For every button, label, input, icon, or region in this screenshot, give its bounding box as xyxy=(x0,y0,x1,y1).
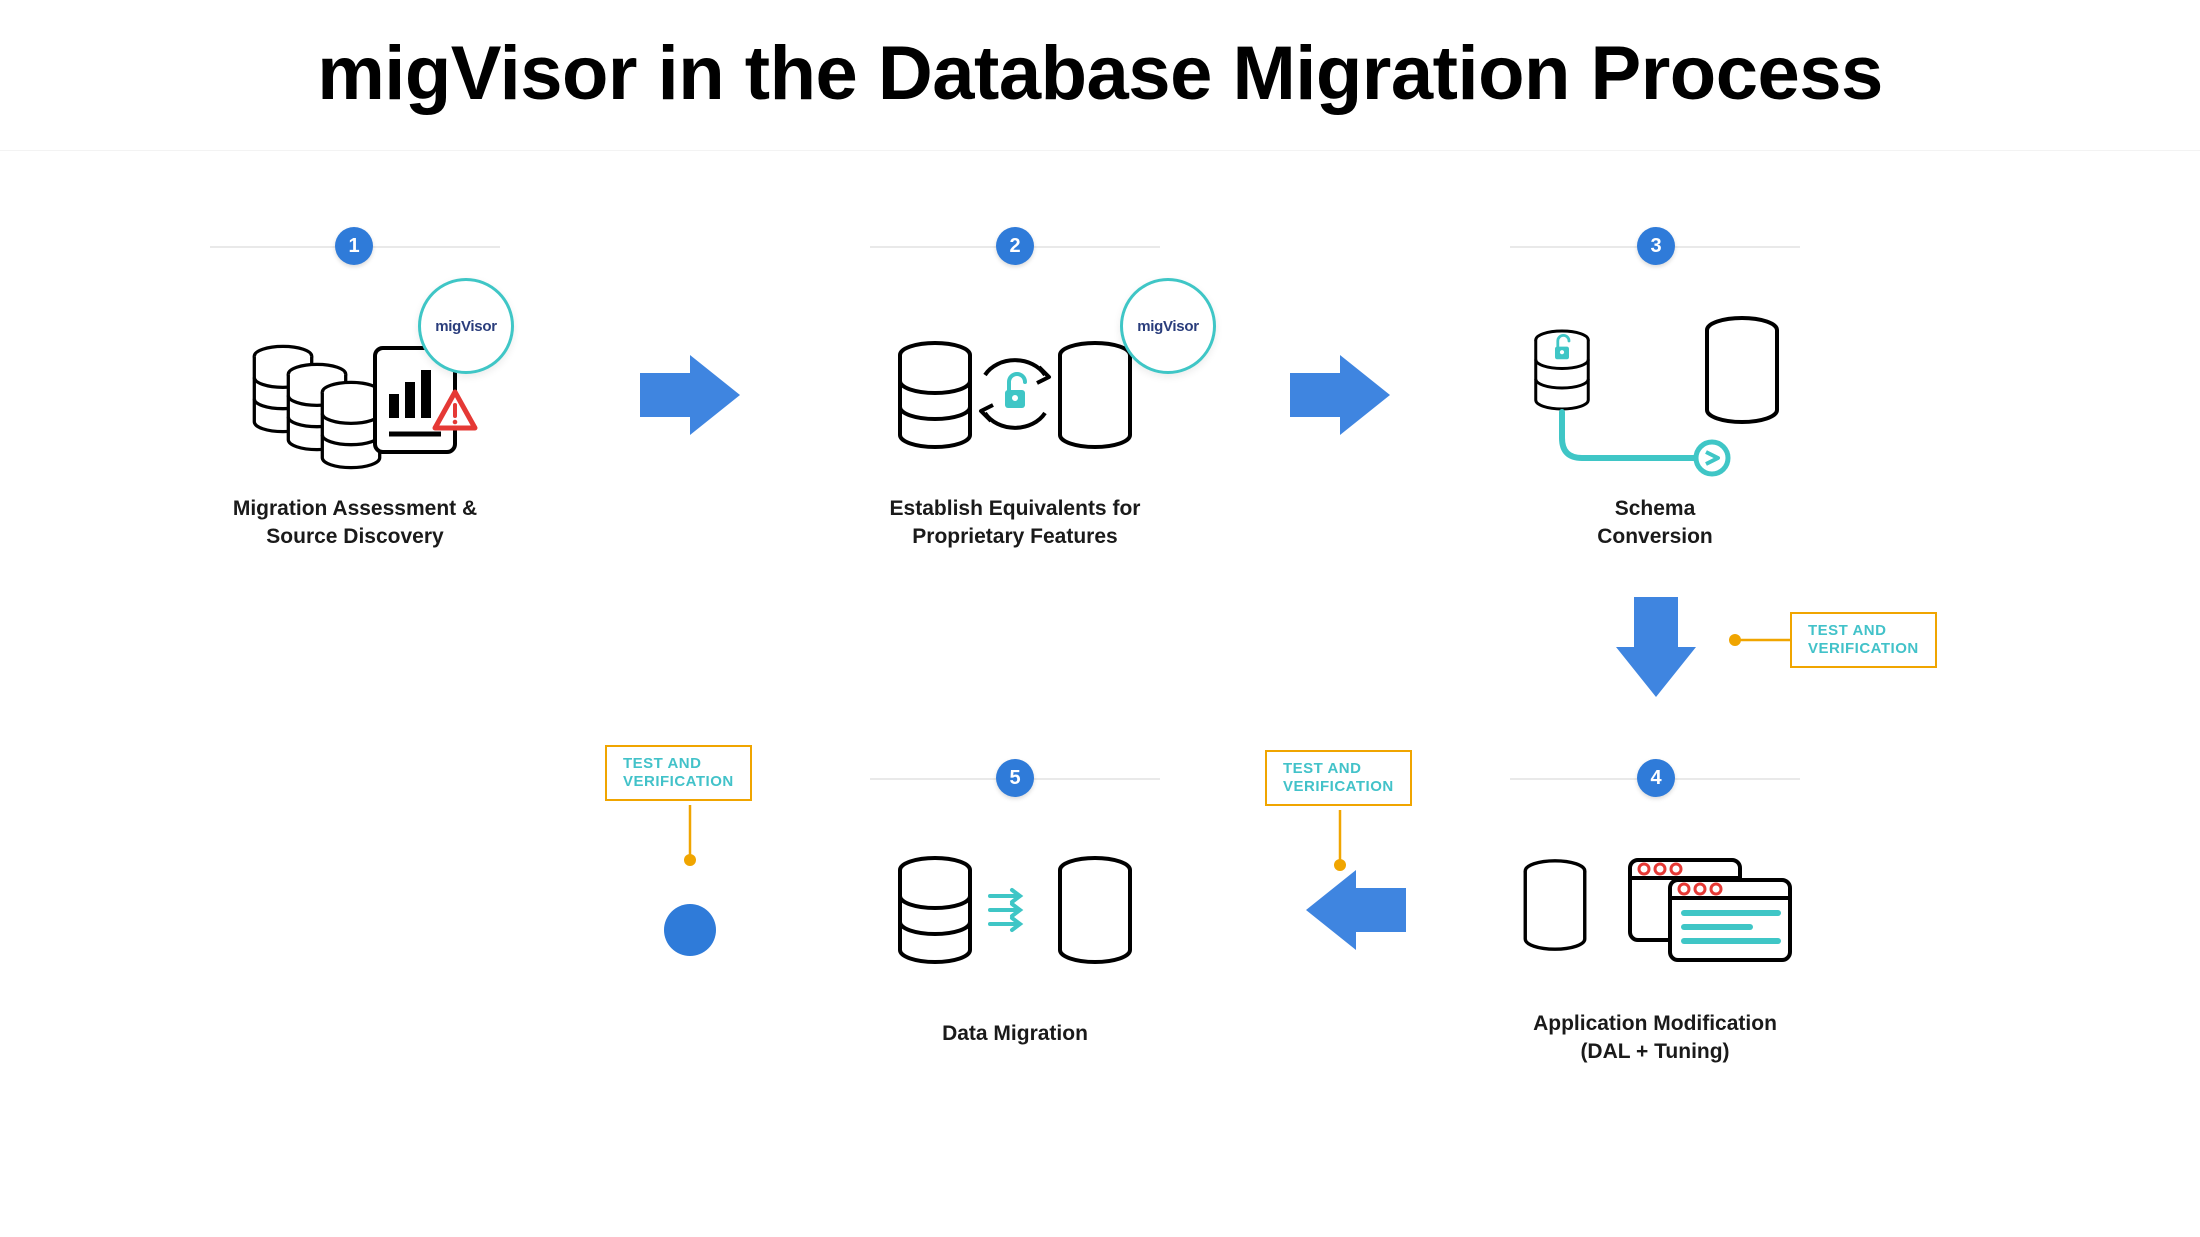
test-connector-dot xyxy=(684,854,696,866)
assessment-icon xyxy=(254,346,379,467)
arrow-right-icon xyxy=(640,355,740,435)
pipeline-end-icon xyxy=(1696,442,1728,474)
step-4-label: Application Modification(DAL + Tuning) xyxy=(1490,1010,1820,1067)
test-connector-dot xyxy=(1334,859,1346,871)
test-verification-box: TEST AND VERIFICATION xyxy=(1790,612,1937,668)
arrow-left-icon xyxy=(1306,870,1406,950)
source-schema-icon xyxy=(1536,331,1589,409)
data-stream-icon xyxy=(990,890,1020,930)
test-verification-box: TEST AND VERIFICATION xyxy=(1265,750,1412,806)
migvisor-logo-text: migVisor xyxy=(435,318,497,335)
arrow-right-icon xyxy=(1290,355,1390,435)
migvisor-badge: migVisor xyxy=(1120,278,1216,374)
lock-icon xyxy=(1005,374,1025,408)
target-data-icon xyxy=(1060,858,1130,962)
target-schema-icon xyxy=(1707,318,1777,422)
step-5-label: Data Migration xyxy=(870,1020,1160,1048)
application-db-icon xyxy=(1525,861,1585,949)
application-windows-icon xyxy=(1630,860,1790,960)
source-database-icon xyxy=(900,343,970,447)
test-verification-box: TEST AND VERIFICATION xyxy=(605,745,752,801)
step-3-label: SchemaConversion xyxy=(1510,495,1800,552)
step-2-label: Establish Equivalents forProprietary Fea… xyxy=(870,495,1160,552)
target-database-icon xyxy=(1060,343,1130,447)
test-connector-dot xyxy=(1729,634,1741,646)
step-1-label: Migration Assessment &Source Discovery xyxy=(210,495,500,552)
terminal-dot-icon xyxy=(664,904,716,956)
source-data-icon xyxy=(900,858,970,962)
migvisor-logo-text: migVisor xyxy=(1137,318,1199,335)
pipeline-connector xyxy=(1562,412,1700,458)
migvisor-badge: migVisor xyxy=(418,278,514,374)
arrow-down-icon xyxy=(1616,597,1696,697)
slide: migVisor in the Database Migration Proce… xyxy=(0,0,2200,1237)
